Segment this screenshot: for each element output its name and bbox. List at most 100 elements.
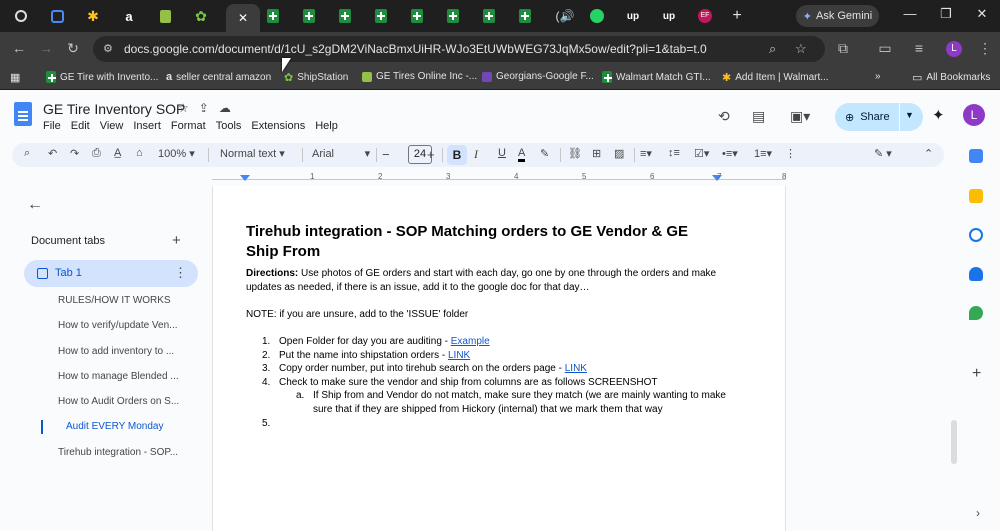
bulleted-list-icon[interactable]: •≡▾ (722, 147, 738, 160)
ask-gemini-button[interactable]: ✦ Ask Gemini (796, 5, 879, 27)
bookmark-georgians-form[interactable]: Georgians-Google F... (482, 71, 594, 82)
outline-item[interactable]: How to verify/update Ven... (58, 320, 188, 331)
more-options-icon[interactable]: ⋮ (785, 147, 796, 160)
redo-icon[interactable]: ↷ (70, 147, 79, 160)
share-button[interactable]: ⊕ Share ▼ (835, 103, 923, 131)
tab-sheets[interactable] (330, 4, 360, 28)
outline-item[interactable]: How to add inventory to ... (58, 346, 188, 357)
highlight-icon[interactable]: ✎ (540, 147, 549, 160)
tirehub-link[interactable]: LINK (565, 363, 587, 374)
meet-icon[interactable]: ▣▾ (790, 108, 810, 125)
tab-sheets[interactable] (258, 4, 288, 28)
line-spacing-icon[interactable]: ↕≡ (668, 147, 680, 159)
tab-upwork[interactable]: up (654, 4, 684, 28)
editing-mode-icon[interactable]: ✎ ▾ (874, 147, 892, 160)
account-avatar[interactable]: L (963, 104, 985, 126)
shipstation-link[interactable]: LINK (448, 350, 470, 361)
tab-shopify[interactable] (150, 4, 180, 28)
tab-shipstation[interactable]: ✿ (186, 4, 216, 28)
tab-audio[interactable]: (🔊 (550, 4, 580, 28)
tab-sheets[interactable] (402, 4, 432, 28)
tab-sheets[interactable] (510, 4, 540, 28)
tab-sheets[interactable] (438, 4, 468, 28)
minimize-icon[interactable]: — (900, 6, 920, 21)
menu-tools[interactable]: Tools (216, 120, 242, 132)
bookmark-ge-tire[interactable]: GE Tire with Invento... (46, 71, 158, 83)
bookmark-ge-tires-online[interactable]: GE Tires Online Inc -... (362, 71, 477, 82)
outline-item[interactable]: How to manage Blended ... (58, 371, 188, 382)
indent-marker[interactable] (240, 175, 250, 181)
close-icon[interactable]: ✕ (238, 11, 248, 25)
move-icon[interactable]: ⇪ (199, 101, 209, 115)
doc-title[interactable]: GE Tire Inventory SOP (43, 101, 185, 117)
keep-icon[interactable] (969, 189, 983, 203)
get-addons-icon[interactable]: + (972, 365, 981, 383)
menu-format[interactable]: Format (171, 120, 206, 132)
document-scrollbar[interactable] (951, 420, 957, 464)
style-select[interactable]: Normal text ▾ (220, 147, 285, 160)
bookmarks-overflow[interactable]: » (875, 71, 881, 82)
profile-avatar[interactable]: L (946, 41, 962, 57)
tab-sheets[interactable] (474, 4, 504, 28)
underline-button[interactable]: U (498, 147, 506, 159)
document-tab-1[interactable]: Tab 1 ⋮ (24, 260, 198, 287)
media-icon[interactable]: ≡ (910, 40, 928, 56)
site-settings-icon[interactable]: ⚙ (103, 42, 113, 55)
tab-options-icon[interactable]: ⋮ (174, 265, 187, 281)
restore-icon[interactable]: ❐ (936, 6, 956, 22)
paint-format-icon[interactable]: ⌂ (136, 147, 143, 159)
align-icon[interactable]: ≡▾ (640, 147, 652, 160)
contacts-icon[interactable] (969, 267, 983, 281)
document-page[interactable]: Tirehub integration - SOP Matching order… (212, 186, 786, 531)
comments-icon[interactable]: ▤ (752, 108, 765, 125)
undo-icon[interactable]: ↶ (48, 147, 57, 160)
menu-file[interactable]: File (43, 120, 61, 132)
menu-extensions[interactable]: Extensions (251, 120, 305, 132)
tab-sheets[interactable] (366, 4, 396, 28)
browser-menu-icon[interactable]: ⋮ (976, 40, 994, 57)
ruler[interactable]: 1 2 3 4 5 6 7 8 (212, 170, 786, 184)
font-select[interactable]: Arial ▾ (312, 147, 370, 160)
tab-chatgpt[interactable] (6, 4, 36, 28)
tab-generic[interactable] (42, 4, 72, 28)
link-icon[interactable]: ⛓ (568, 147, 582, 160)
tab-active-doc[interactable]: ✕ (226, 4, 260, 32)
back-icon[interactable]: ← (10, 40, 28, 56)
text-color-button[interactable]: A (518, 147, 526, 162)
tab-upwork[interactable]: up (618, 4, 648, 28)
docs-logo-icon[interactable] (14, 102, 32, 126)
outline-item-active[interactable]: Audit EVERY Monday (66, 421, 196, 432)
tab-sheets[interactable] (294, 4, 324, 28)
bookmark-walmart-match[interactable]: Walmart Match GTI... (602, 71, 711, 83)
gemini-icon[interactable]: ✦ (932, 106, 945, 124)
tab-walmart[interactable]: ✱ (78, 4, 108, 28)
bookmark-add-item-walmart[interactable]: ✱ Add Item | Walmart... (722, 71, 829, 84)
outline-item[interactable]: How to Audit Orders on S... (58, 396, 188, 407)
calendar-icon[interactable] (969, 149, 983, 163)
bookmark-seller-central[interactable]: a seller central amazon (166, 71, 271, 83)
bookmark-shipstation[interactable]: ✿ ShipStation (284, 71, 348, 84)
version-history-icon[interactable]: ⟲ (718, 108, 730, 125)
zoom-search-icon[interactable]: ⌕ (769, 41, 776, 57)
decrease-font-size-button[interactable]: − (382, 147, 390, 162)
tasks-icon[interactable] (969, 228, 983, 242)
tab-whatsapp[interactable] (582, 4, 612, 28)
menu-view[interactable]: View (100, 120, 124, 132)
bookmark-star-icon[interactable]: ☆ (795, 41, 807, 57)
reload-icon[interactable]: ↻ (64, 40, 82, 57)
window-close-icon[interactable]: ✕ (972, 6, 992, 22)
forward-icon[interactable]: → (37, 40, 55, 56)
checklist-icon[interactable]: ☑▾ (694, 147, 709, 160)
print-icon[interactable]: ⎙ (92, 147, 101, 160)
search-menus-icon[interactable]: ⌕ (24, 147, 30, 160)
show-side-panel-icon[interactable]: › (976, 506, 980, 520)
outline-item[interactable]: Tirehub integration - SOP... (58, 447, 188, 458)
menu-edit[interactable]: Edit (71, 120, 90, 132)
zoom-select[interactable]: 100% ▾ (158, 147, 195, 160)
cloud-status-icon[interactable]: ☁ (219, 101, 231, 115)
bold-button[interactable]: B (447, 145, 467, 165)
new-tab-button[interactable]: + (722, 4, 752, 28)
star-icon[interactable]: ☆ (178, 101, 189, 115)
italic-button[interactable]: I (474, 147, 478, 162)
close-outline-icon[interactable]: ← (27, 196, 43, 214)
